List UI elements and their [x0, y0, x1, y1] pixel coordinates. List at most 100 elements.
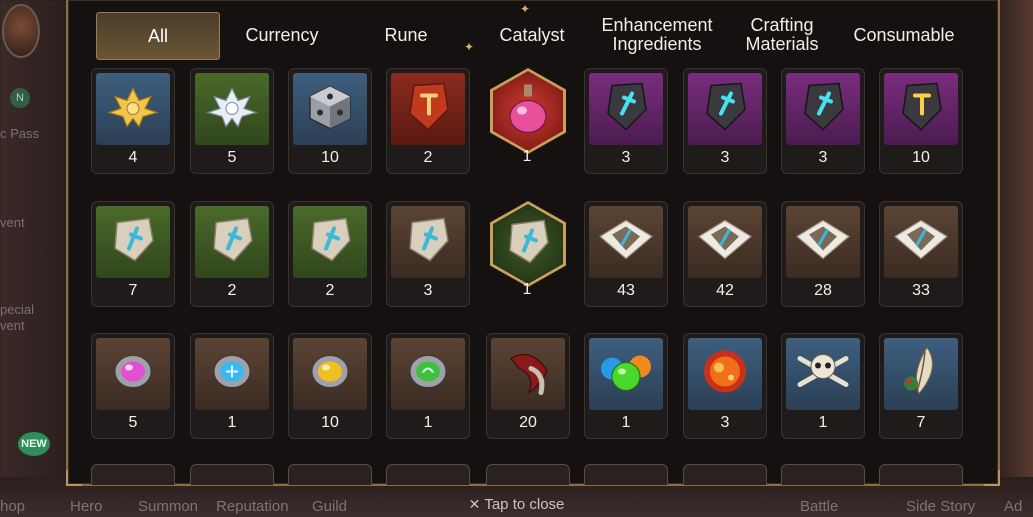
- item-thumbnail: [884, 338, 958, 410]
- tap-to-close-label: Tap to close: [484, 496, 565, 513]
- tab-enhancement-ingredients[interactable]: Enhancement Ingredients: [596, 12, 718, 58]
- new-badge: NEW: [18, 432, 50, 456]
- silver-flower-icon: [204, 83, 260, 136]
- item-slot-partial[interactable]: [879, 464, 963, 485]
- bg-left-badge: N: [10, 88, 30, 108]
- item-thumbnail: [589, 206, 663, 278]
- item-slot[interactable]: 1: [386, 333, 470, 439]
- item-slot[interactable]: 2: [386, 68, 470, 174]
- item-count: 10: [912, 149, 930, 166]
- claw-icon: [501, 345, 555, 404]
- panel-corner-ornament: [66, 470, 82, 486]
- item-count: 2: [423, 149, 433, 166]
- item-slot[interactable]: 5: [91, 333, 175, 439]
- item-slot-partial[interactable]: [781, 464, 865, 485]
- tab-label: Consumable: [853, 24, 955, 45]
- item-slot[interactable]: 3: [386, 201, 470, 307]
- gold-flower-icon: [105, 83, 161, 136]
- close-icon: ✕: [468, 496, 481, 512]
- tab-label: Currency: [245, 24, 319, 45]
- item-thumbnail: [688, 206, 762, 278]
- tab-crafting-materials[interactable]: Crafting Materials: [726, 12, 838, 58]
- item-count: 5: [128, 414, 138, 431]
- tap-to-close-hint[interactable]: ✕ Tap to close: [0, 496, 1033, 513]
- tab-consumable[interactable]: Consumable: [844, 12, 964, 58]
- pale-rune-stone-icon: [208, 213, 256, 272]
- item-thumbnail: [293, 338, 367, 410]
- item-slot-partial[interactable]: [190, 464, 274, 485]
- item-slot-partial[interactable]: [386, 464, 470, 485]
- item-slot[interactable]: 2: [190, 201, 274, 307]
- cyan-rune-stone-icon: [799, 80, 847, 139]
- sparkle-decoration-icon: ✦: [464, 40, 475, 54]
- slime-orbs-icon: [596, 347, 656, 402]
- item-thumbnail: [96, 206, 170, 278]
- tab-currency[interactable]: Currency: [224, 12, 340, 58]
- item-slot[interactable]: 43: [584, 201, 668, 307]
- item-slot[interactable]: 5: [190, 68, 274, 174]
- avatar: [2, 4, 40, 58]
- item-count: 3: [423, 282, 433, 299]
- item-count: 7: [916, 414, 926, 431]
- item-count: 1: [227, 414, 237, 431]
- item-slot[interactable]: 7: [91, 201, 175, 307]
- item-slot[interactable]: 10: [288, 333, 372, 439]
- item-count: 20: [519, 414, 537, 431]
- rare-frame: [490, 201, 566, 287]
- tab-label: Catalyst: [499, 24, 565, 45]
- item-slot[interactable]: 3: [781, 68, 865, 174]
- item-thumbnail: [589, 338, 663, 410]
- item-slot[interactable]: 3: [584, 68, 668, 174]
- item-slot[interactable]: 3: [683, 333, 767, 439]
- tab-rune[interactable]: Rune: [348, 12, 464, 58]
- item-count: 33: [912, 282, 930, 299]
- red-rune-stone-icon: [404, 80, 452, 139]
- item-slot[interactable]: 10: [288, 68, 372, 174]
- sparkle-decoration-icon: ✦: [520, 2, 531, 16]
- bg-label-special: pecial: [0, 302, 34, 317]
- item-slot[interactable]: 4: [91, 68, 175, 174]
- item-slot-partial[interactable]: [584, 464, 668, 485]
- item-slot-partial[interactable]: [683, 464, 767, 485]
- item-count: 1: [423, 414, 433, 431]
- item-count: 42: [716, 282, 734, 299]
- rune-fragment-icon: [695, 215, 755, 270]
- tab-label: Enhancement Ingredients: [601, 15, 713, 54]
- item-slot[interactable]: 20: [486, 333, 570, 439]
- item-slot[interactable]: 2: [288, 201, 372, 307]
- item-thumbnail: [293, 73, 367, 145]
- tab-catalyst[interactable]: Catalyst: [474, 12, 590, 58]
- item-slot[interactable]: 1: [486, 68, 568, 172]
- item-slot[interactable]: 1: [781, 333, 865, 439]
- item-slot[interactable]: 1: [584, 333, 668, 439]
- item-thumbnail: [391, 338, 465, 410]
- item-slot[interactable]: 33: [879, 201, 963, 307]
- item-slot[interactable]: 1: [486, 201, 568, 305]
- item-thumbnail: [786, 206, 860, 278]
- blue-gem-icon: [209, 349, 255, 400]
- item-thumbnail: [589, 73, 663, 145]
- item-count: 1: [522, 281, 532, 298]
- item-slot-partial[interactable]: [288, 464, 372, 485]
- rune-fragment-icon: [891, 215, 951, 270]
- tab-all[interactable]: All: [96, 12, 220, 60]
- rare-frame-inner: [493, 71, 563, 151]
- item-slot[interactable]: 3: [683, 68, 767, 174]
- item-slot[interactable]: 10: [879, 68, 963, 174]
- pale-rune-stone-icon: [504, 215, 552, 274]
- item-slot-partial[interactable]: [486, 464, 570, 485]
- item-count: 5: [227, 149, 237, 166]
- item-slot[interactable]: 7: [879, 333, 963, 439]
- item-thumbnail: [884, 73, 958, 145]
- item-slot[interactable]: 42: [683, 201, 767, 307]
- category-tabs: All Currency Rune Catalyst Enhancement I…: [96, 12, 976, 60]
- rare-frame: [490, 68, 566, 154]
- green-gem-icon: [405, 349, 451, 400]
- item-slot-partial[interactable]: [91, 464, 175, 485]
- item-slot[interactable]: 1: [190, 333, 274, 439]
- rune-fragment-icon: [793, 215, 853, 270]
- item-slot[interactable]: 28: [781, 201, 865, 307]
- item-thumbnail: [195, 73, 269, 145]
- bg-label-special-event: vent: [0, 318, 25, 333]
- item-thumbnail: [96, 73, 170, 145]
